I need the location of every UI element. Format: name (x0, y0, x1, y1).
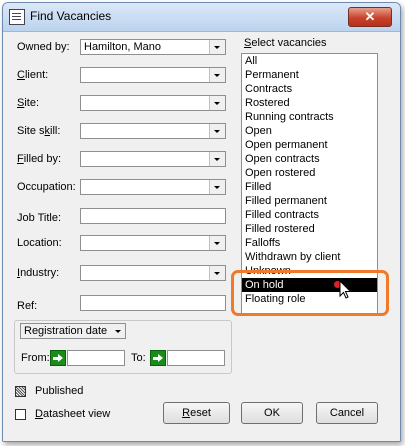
filled-by-label: Filled by: (17, 153, 62, 165)
chevron-down-icon[interactable] (209, 266, 225, 280)
list-item[interactable]: Contracts (242, 82, 377, 96)
list-item[interactable]: Open rostered (242, 166, 377, 180)
list-item[interactable]: Filled rostered (242, 222, 377, 236)
from-date-input[interactable] (67, 350, 125, 366)
list-item[interactable]: Permanent (242, 68, 377, 82)
site-dropdown[interactable] (80, 95, 226, 111)
datasheet-view-checkbox[interactable] (15, 409, 26, 420)
reset-button[interactable]: Reset (163, 402, 230, 424)
published-checkbox[interactable] (15, 386, 26, 397)
mouse-cursor-icon (339, 280, 352, 299)
dialog-body: Owned by: Hamilton, Mano Client: Site: S… (3, 32, 400, 441)
ok-button[interactable]: OK (241, 402, 303, 424)
list-item[interactable]: Filled contracts (242, 208, 377, 222)
title-bar: Find Vacancies ✕ (3, 3, 400, 32)
find-vacancies-window: Find Vacancies ✕ Owned by: Hamilton, Man… (2, 2, 401, 442)
ref-input[interactable] (80, 295, 226, 311)
window-title: Find Vacancies (30, 9, 112, 23)
chevron-down-icon[interactable] (115, 330, 121, 333)
list-item[interactable]: Filled (242, 180, 377, 194)
list-item[interactable]: Open permanent (242, 138, 377, 152)
site-skill-dropdown[interactable] (80, 123, 226, 139)
select-vacancies-label: Select vacancies (244, 37, 327, 49)
date-type-dropdown[interactable]: Registration date (20, 323, 126, 339)
arrow-right-icon[interactable] (150, 350, 166, 366)
ref-label: Ref: (17, 300, 38, 312)
occupation-label: Occupation: (17, 181, 76, 193)
chevron-down-icon[interactable] (209, 68, 225, 82)
chevron-down-icon[interactable] (209, 40, 225, 54)
published-label: Published (35, 385, 84, 397)
list-item[interactable]: Filled permanent (242, 194, 377, 208)
to-date-input[interactable] (167, 350, 225, 366)
to-label: To: (131, 352, 146, 364)
list-item[interactable]: Rostered (242, 96, 377, 110)
owned-by-label: Owned by: (17, 41, 70, 53)
list-item[interactable]: All (242, 54, 377, 68)
from-label: From: (21, 352, 50, 364)
list-item[interactable]: Open (242, 124, 377, 138)
owned-by-dropdown[interactable]: Hamilton, Mano (80, 39, 226, 55)
job-title-label: Job Title: (17, 212, 62, 224)
site-label: Site: (17, 97, 40, 109)
owned-by-value: Hamilton, Mano (84, 41, 162, 53)
site-skill-label: Site skill: (17, 125, 61, 137)
location-dropdown[interactable] (80, 235, 226, 251)
highlight-annotation (231, 270, 389, 316)
client-dropdown[interactable] (80, 67, 226, 83)
form-icon (9, 9, 25, 25)
list-item[interactable]: Withdrawn by client (242, 250, 377, 264)
chevron-down-icon[interactable] (209, 124, 225, 138)
chevron-down-icon[interactable] (209, 180, 225, 194)
location-label: Location: (17, 237, 62, 249)
datasheet-view-label: Datasheet view (35, 408, 111, 420)
client-label: Client: (17, 69, 49, 81)
arrow-right-icon[interactable] (50, 350, 66, 366)
occupation-dropdown[interactable] (80, 179, 226, 195)
industry-label: Industry: (17, 267, 60, 279)
chevron-down-icon[interactable] (209, 152, 225, 166)
date-type-value: Registration date (24, 325, 108, 337)
industry-dropdown[interactable] (80, 265, 226, 281)
filled-by-dropdown[interactable] (80, 151, 226, 167)
cancel-button[interactable]: Cancel (316, 402, 378, 424)
list-item[interactable]: Open contracts (242, 152, 377, 166)
job-title-input[interactable] (80, 208, 226, 224)
close-button[interactable]: ✕ (348, 7, 392, 27)
chevron-down-icon[interactable] (209, 96, 225, 110)
list-item[interactable]: Running contracts (242, 110, 377, 124)
list-item[interactable]: Falloffs (242, 236, 377, 250)
chevron-down-icon[interactable] (209, 236, 225, 250)
